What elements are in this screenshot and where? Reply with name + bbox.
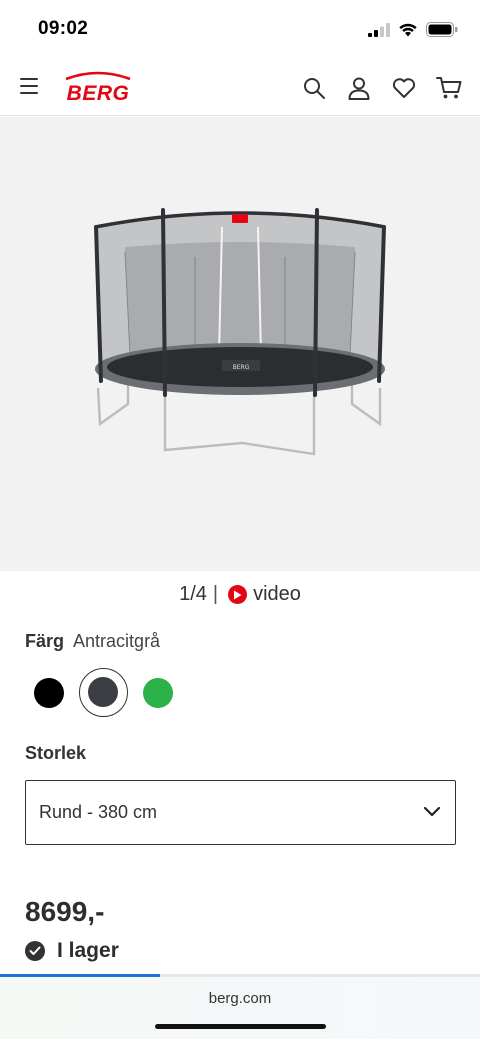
size-select[interactable]: Rund - 380 cm xyxy=(25,780,456,845)
home-indicator xyxy=(155,1024,326,1029)
signal-icon xyxy=(368,22,390,37)
video-link[interactable]: video xyxy=(253,583,301,606)
status-bar: 09:02 xyxy=(0,0,480,60)
swatch-green[interactable] xyxy=(143,678,173,708)
svg-text:BERG: BERG xyxy=(233,364,250,371)
account-icon[interactable] xyxy=(345,74,372,101)
color-selector-label: Färg Antracitgrå xyxy=(25,631,160,652)
stock-label: I lager xyxy=(57,939,119,962)
check-circle-icon xyxy=(25,941,45,961)
swatch-black[interactable] xyxy=(34,678,64,708)
berg-logo[interactable]: BERG xyxy=(58,68,138,108)
menu-icon[interactable] xyxy=(20,78,38,94)
trampoline-image: BERG xyxy=(94,208,386,456)
cart-icon[interactable] xyxy=(435,74,462,101)
wifi-icon xyxy=(399,23,417,37)
browser-address-bar[interactable]: berg.com xyxy=(0,977,480,1039)
battery-icon xyxy=(426,22,458,37)
svg-text:BERG: BERG xyxy=(67,82,130,105)
size-label: Storlek xyxy=(25,743,87,763)
swatch-antracitgra-selected[interactable] xyxy=(79,668,128,717)
stock-status: I lager xyxy=(25,939,119,963)
gallery-meta: 1/4 | video xyxy=(0,583,480,606)
color-label: Färg xyxy=(25,631,65,651)
color-swatches xyxy=(25,668,225,718)
chevron-down-icon xyxy=(423,806,441,817)
size-selected-value: Rund - 380 cm xyxy=(39,802,158,822)
color-value: Antracitgrå xyxy=(73,631,161,651)
video-play-icon[interactable] xyxy=(228,585,248,604)
search-icon[interactable] xyxy=(300,74,327,101)
gallery-separator: | xyxy=(212,583,219,605)
site-header: BERG xyxy=(0,60,480,116)
gallery-counter: 1/4 xyxy=(179,583,207,605)
product-image[interactable]: BERG xyxy=(0,117,480,571)
status-time: 09:02 xyxy=(38,18,89,39)
status-icons xyxy=(368,22,458,37)
product-price: 8699,- xyxy=(25,896,105,927)
browser-url[interactable]: berg.com xyxy=(0,990,480,1007)
heart-icon[interactable] xyxy=(390,74,417,101)
